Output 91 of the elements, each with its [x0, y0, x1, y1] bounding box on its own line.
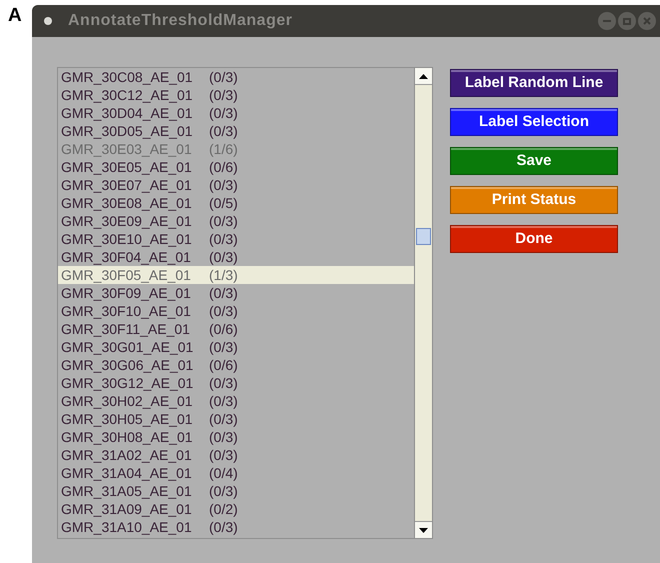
line-name: GMR_31A09_AE_01 [61, 500, 193, 518]
line-name: GMR_30H08_AE_01 [61, 428, 194, 446]
list-item[interactable]: GMR_31A09_AE_01 (0/2) [58, 500, 414, 518]
line-count: (0/6) [209, 356, 238, 374]
line-count: (0/4) [209, 464, 238, 482]
figure-label: A [8, 6, 23, 25]
line-count: (0/3) [209, 122, 238, 140]
line-count: (0/3) [209, 410, 238, 428]
line-name: GMR_30G06_AE_01 [61, 356, 194, 374]
line-name: GMR_30E10_AE_01 [61, 230, 193, 248]
list-item[interactable]: GMR_30G06_AE_01 (0/6) [58, 356, 414, 374]
list-item[interactable]: GMR_30H08_AE_01 (0/3) [58, 428, 414, 446]
line-name: GMR_30G01_AE_01 [61, 338, 194, 356]
list-item[interactable]: GMR_30E10_AE_01 (0/3) [58, 230, 414, 248]
scrollbar[interactable] [414, 68, 432, 538]
line-name: GMR_31A05_AE_01 [61, 482, 193, 500]
line-name: GMR_31A02_AE_01 [61, 446, 193, 464]
line-name: GMR_30D05_AE_01 [61, 122, 194, 140]
line-name: GMR_30E07_AE_01 [61, 176, 193, 194]
list-item[interactable]: GMR_31A05_AE_01 (0/3) [58, 482, 414, 500]
line-name: GMR_31A04_AE_01 [61, 464, 193, 482]
list-item[interactable]: GMR_31A02_AE_01 (0/3) [58, 446, 414, 464]
list-item[interactable]: GMR_30C12_AE_01 (0/3) [58, 86, 414, 104]
line-count: (0/3) [209, 212, 238, 230]
line-name: GMR_31A10_AE_01 [61, 518, 193, 536]
action-button[interactable]: Save [450, 147, 618, 175]
line-name: GMR_30F09_AE_01 [61, 284, 192, 302]
line-name: GMR_30H05_AE_01 [61, 410, 194, 428]
line-count: (0/3) [209, 284, 238, 302]
close-icon[interactable] [638, 12, 656, 30]
line-count: (1/3) [209, 266, 238, 284]
line-name: GMR_30D04_AE_01 [61, 104, 194, 122]
line-name: GMR_30C12_AE_01 [61, 86, 194, 104]
line-name: GMR_30E05_AE_01 [61, 158, 193, 176]
line-count: (0/3) [209, 68, 238, 86]
list-item[interactable]: GMR_30E07_AE_01 (0/3) [58, 176, 414, 194]
action-button[interactable]: Done [450, 225, 618, 253]
line-name: GMR_30F04_AE_01 [61, 248, 192, 266]
line-count: (0/3) [209, 176, 238, 194]
list-item[interactable]: GMR_30H05_AE_01 (0/3) [58, 410, 414, 428]
line-count: (0/3) [209, 374, 238, 392]
line-name: GMR_30E08_AE_01 [61, 194, 193, 212]
scroll-up-icon[interactable] [415, 68, 432, 85]
list-item[interactable]: GMR_30D04_AE_01 (0/3) [58, 104, 414, 122]
line-count: (0/6) [209, 158, 238, 176]
line-count: (0/3) [209, 392, 238, 410]
line-name: GMR_30F10_AE_01 [61, 302, 192, 320]
list-item[interactable]: GMR_30D05_AE_01 (0/3) [58, 122, 414, 140]
line-count: (0/5) [209, 194, 238, 212]
list-item[interactable]: GMR_30C08_AE_01 (0/3) [58, 68, 414, 86]
line-name: GMR_30G12_AE_01 [61, 374, 194, 392]
list-item[interactable]: GMR_30E05_AE_01 (0/6) [58, 158, 414, 176]
line-name: GMR_30F11_AE_01 [61, 320, 191, 338]
line-count: (0/3) [209, 302, 238, 320]
line-count: (0/3) [209, 230, 238, 248]
window-title: AnnotateThresholdManager [68, 11, 292, 31]
list-item[interactable]: GMR_30E08_AE_01 (0/5) [58, 194, 414, 212]
list-item[interactable]: GMR_30F09_AE_01 (0/3) [58, 284, 414, 302]
line-count: (0/3) [209, 86, 238, 104]
list-item[interactable]: GMR_31A10_AE_01 (0/3) [58, 518, 414, 536]
list-item[interactable]: GMR_31A04_AE_01 (0/4) [58, 464, 414, 482]
line-name: GMR_30E09_AE_01 [61, 212, 193, 230]
list-item[interactable]: GMR_30F05_AE_01 (1/3) [58, 266, 414, 284]
scroll-thumb[interactable] [416, 228, 431, 245]
line-count: (0/3) [209, 104, 238, 122]
window-menu-icon[interactable] [44, 17, 52, 25]
line-count: (0/2) [209, 500, 238, 518]
line-count: (1/6) [209, 140, 238, 158]
list-item[interactable]: GMR_30G12_AE_01 (0/3) [58, 374, 414, 392]
line-name: GMR_30E03_AE_01 [61, 140, 193, 158]
line-count: (0/3) [209, 338, 238, 356]
scroll-down-icon[interactable] [415, 521, 432, 538]
maximize-icon[interactable] [618, 12, 636, 30]
line-name: GMR_30F05_AE_01 [61, 266, 192, 284]
list-item[interactable]: GMR_30F04_AE_01 (0/3) [58, 248, 414, 266]
line-count: (0/3) [209, 482, 238, 500]
minimize-icon[interactable] [598, 12, 616, 30]
action-button[interactable]: Label Selection [450, 108, 618, 136]
action-button[interactable]: Label Random Line [450, 69, 618, 97]
line-count: (0/6) [209, 320, 238, 338]
line-count: (0/3) [209, 446, 238, 464]
line-name: GMR_30H02_AE_01 [61, 392, 194, 410]
line-count: (0/3) [209, 518, 238, 536]
list-item[interactable]: GMR_30G01_AE_01 (0/3) [58, 338, 414, 356]
line-name: GMR_30C08_AE_01 [61, 68, 194, 86]
line-count: (0/3) [209, 248, 238, 266]
list-item[interactable]: GMR_30F11_AE_01 (0/6) [58, 320, 414, 338]
list-item[interactable]: GMR_30F10_AE_01 (0/3) [58, 302, 414, 320]
line-count: (0/3) [209, 428, 238, 446]
list-item[interactable]: GMR_30H02_AE_01 (0/3) [58, 392, 414, 410]
list-item[interactable]: GMR_30E09_AE_01 (0/3) [58, 212, 414, 230]
